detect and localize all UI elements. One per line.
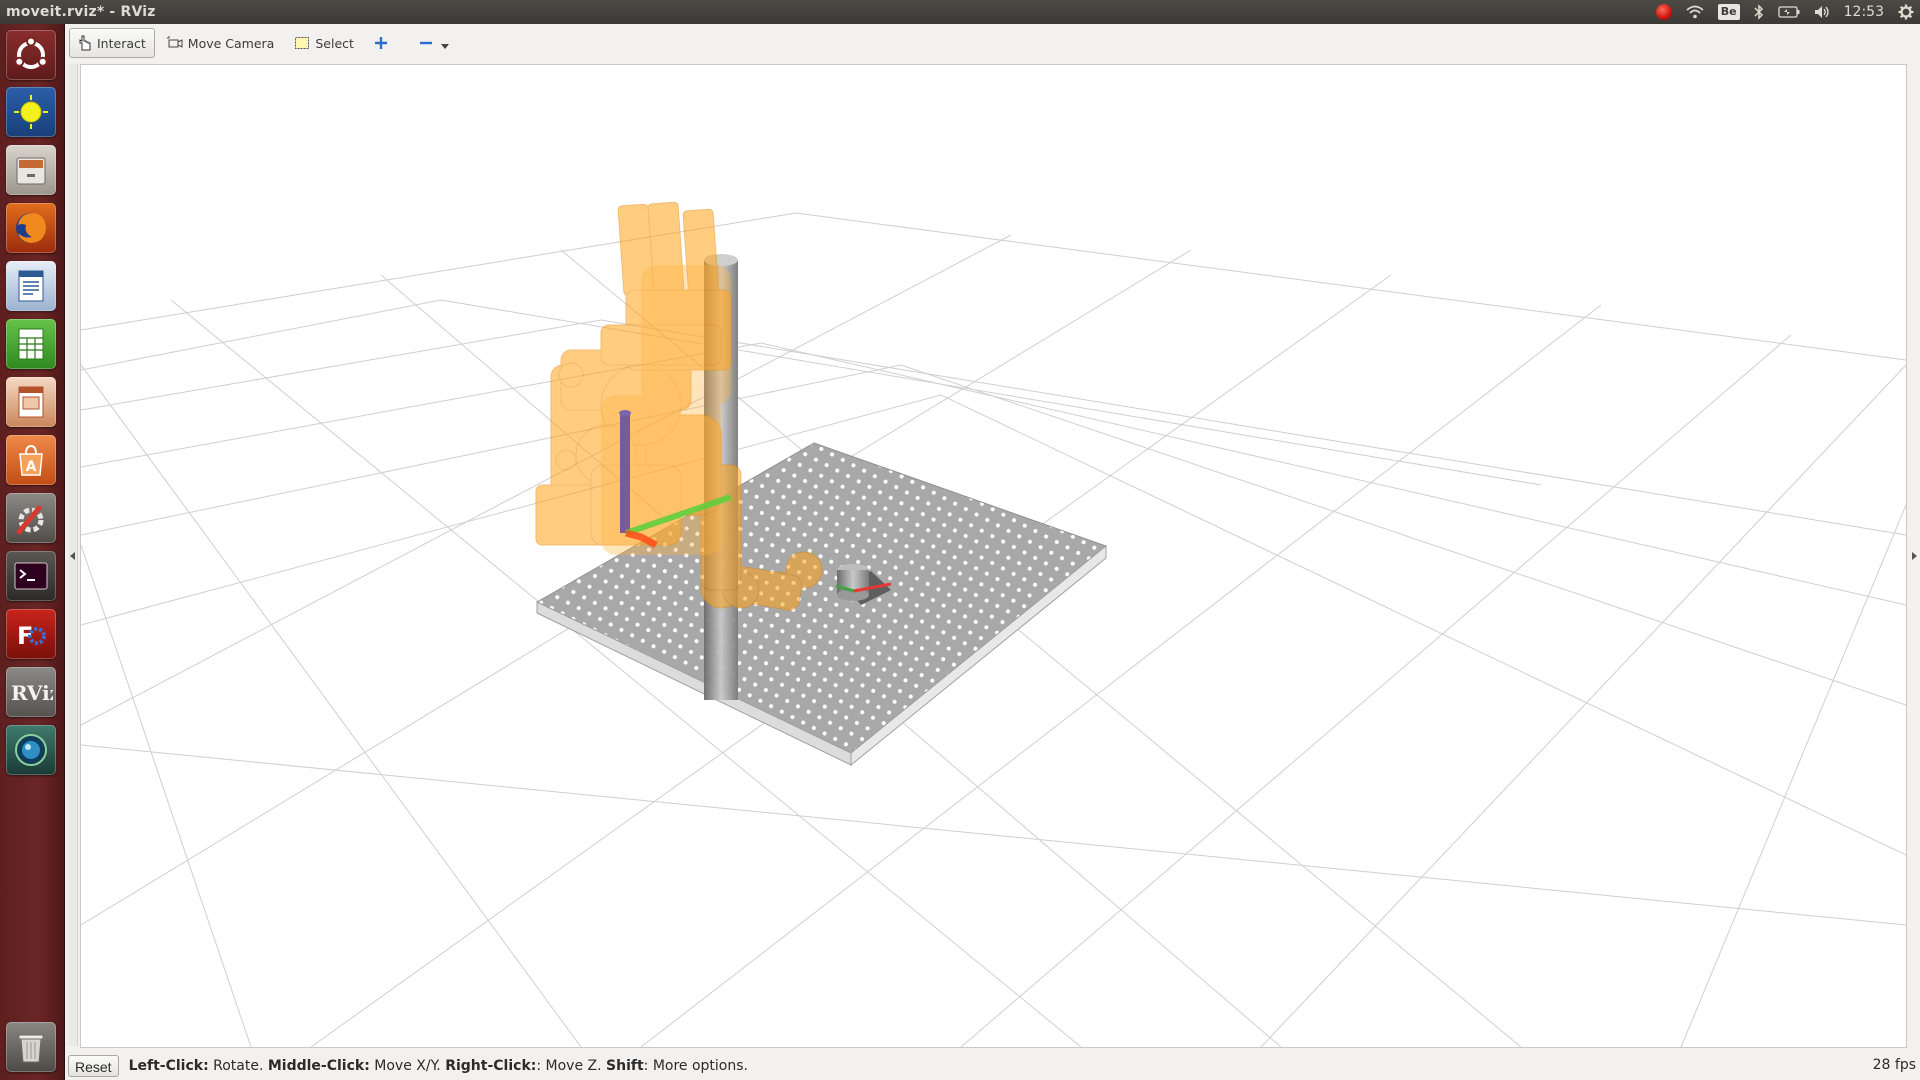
globe-icon: [15, 734, 47, 766]
hint-bold-0: Left-Click:: [128, 1058, 209, 1074]
scene-render: [81, 201, 1906, 1047]
ubuntu-logo-icon: [14, 36, 48, 69]
select-rectangle-icon: [295, 37, 310, 49]
reset-button[interactable]: Reset: [68, 1055, 119, 1077]
minus-icon: [419, 41, 432, 45]
interact-tool-label: Interact: [97, 35, 146, 51]
terminal-icon: [14, 562, 48, 590]
launcher-fetch-gear[interactable]: F: [6, 609, 56, 659]
hint-text-2: : Move Z.: [536, 1058, 607, 1074]
svg-text:RViz: RViz: [11, 681, 53, 705]
top-panel: moveit.rviz* - RViz Be 12:53: [0, 0, 1920, 24]
hint-bold-1: Middle-Click:: [267, 1058, 370, 1074]
3d-viewport[interactable]: [80, 64, 1907, 1048]
hint-bold-3: Shift: [606, 1058, 644, 1074]
launcher-gazebo[interactable]: [6, 725, 56, 775]
launcher-calc[interactable]: [6, 319, 56, 369]
rviz-toolbar: Interact Move Camera Select: [65, 24, 1920, 62]
wifi-icon[interactable]: [1686, 5, 1704, 19]
launcher-firefox[interactable]: [6, 203, 56, 253]
remove-tool-button[interactable]: [411, 29, 462, 57]
wrench-gear-icon: [16, 505, 44, 535]
right-panel-splitter[interactable]: [1909, 64, 1920, 1046]
hint-text-3: : More options.: [643, 1058, 748, 1074]
gear-icon: F: [17, 622, 46, 650]
add-tool-button[interactable]: [366, 29, 401, 57]
bluetooth-icon[interactable]: [1754, 4, 1764, 20]
hand-pointer-icon: [79, 35, 91, 51]
svg-text:A: A: [26, 459, 37, 475]
launcher-system-settings[interactable]: [6, 493, 56, 543]
mouse-hint: Left-Click: Rotate. Middle-Click: Move X…: [129, 1058, 748, 1074]
record-indicator-icon[interactable]: [1655, 4, 1672, 20]
unity-launcher: A F RViz: [0, 24, 65, 1080]
move-camera-tool-button[interactable]: Move Camera: [159, 29, 283, 57]
launcher-software-center[interactable]: A: [6, 435, 56, 485]
firefox-icon: [16, 213, 46, 243]
move-camera-icon: [167, 36, 183, 48]
dropdown-arrow-icon: [440, 44, 449, 49]
window-title: moveit.rviz* - RViz: [6, 4, 156, 20]
hint-text-1: Move X/Y.: [369, 1058, 446, 1074]
left-panel-splitter[interactable]: [68, 64, 78, 1046]
shopping-bag-icon: A: [19, 444, 43, 476]
hint-text-0: Rotate.: [208, 1058, 268, 1074]
launcher-terminal[interactable]: [6, 551, 56, 601]
launcher-writer[interactable]: [6, 261, 56, 311]
fps-counter: 28 fps: [1872, 1057, 1916, 1073]
launcher-trash[interactable]: [6, 1022, 56, 1072]
spreadsheet-icon: [18, 328, 44, 360]
select-tool-button[interactable]: Select: [286, 29, 362, 57]
presentation-icon: [18, 386, 44, 418]
rviz-icon: RViz: [11, 681, 53, 705]
select-tool-label: Select: [315, 35, 354, 51]
session-gear-icon[interactable]: [1898, 4, 1914, 20]
system-tray: Be 12:53: [1655, 0, 1920, 24]
launcher-rviz[interactable]: RViz: [6, 667, 56, 717]
rviz-window: Interact Move Camera Select Reset Left-C…: [65, 24, 1920, 1080]
status-bar: Reset Left-Click: Rotate. Middle-Click: …: [65, 1052, 1920, 1080]
hint-bold-2: Right-Click:: [445, 1058, 537, 1074]
dash-home-button[interactable]: [6, 30, 56, 80]
volume-icon[interactable]: [1814, 5, 1830, 19]
plus-icon: [374, 37, 387, 49]
launcher-impress[interactable]: [6, 377, 56, 427]
clock[interactable]: 12:53: [1844, 0, 1884, 24]
interact-tool-button[interactable]: Interact: [69, 28, 155, 58]
document-icon: [18, 270, 44, 302]
move-camera-tool-label: Move Camera: [187, 35, 275, 51]
keyboard-layout-indicator[interactable]: Be: [1717, 4, 1740, 20]
battery-icon[interactable]: [1777, 6, 1800, 18]
sun-icon: [14, 95, 48, 129]
launcher-app-sun[interactable]: [6, 87, 56, 137]
file-cabinet-icon: [16, 157, 46, 185]
launcher-files[interactable]: [6, 145, 56, 195]
trash-icon: [18, 1034, 44, 1063]
